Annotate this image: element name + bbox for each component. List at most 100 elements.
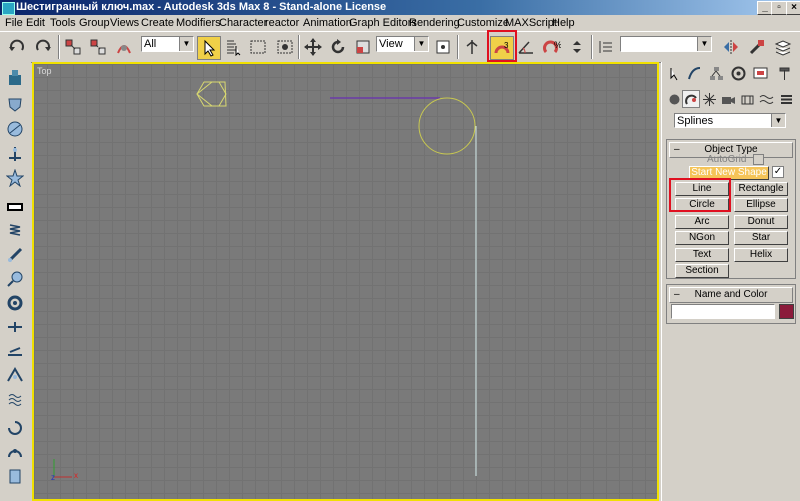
menu-bar: File Edit Tools Group Views Create Modif… bbox=[0, 15, 800, 31]
reactor-deforming-mesh-icon[interactable] bbox=[5, 168, 25, 188]
window-crossing-icon[interactable] bbox=[274, 36, 296, 58]
viewport-canvas bbox=[53, 81, 477, 478]
star-button[interactable]: Star bbox=[734, 231, 788, 245]
reactor-plane-icon[interactable] bbox=[5, 197, 25, 217]
unlink-icon[interactable] bbox=[87, 36, 109, 58]
top-viewport[interactable]: Top x z bbox=[32, 62, 659, 501]
display-tab-icon[interactable] bbox=[752, 65, 768, 81]
scale-icon[interactable] bbox=[352, 36, 374, 58]
arc-button[interactable]: Arc bbox=[675, 215, 729, 229]
link-icon[interactable] bbox=[62, 36, 84, 58]
menu-reactor[interactable]: reactor bbox=[265, 15, 299, 31]
object-name-input[interactable] bbox=[671, 304, 775, 319]
menu-character[interactable]: Character bbox=[219, 15, 267, 31]
snap-highlight-box bbox=[487, 30, 517, 62]
pivot-icon[interactable] bbox=[432, 36, 454, 58]
helix-button[interactable]: Helix bbox=[734, 248, 788, 262]
reactor-ragdoll-icon[interactable] bbox=[5, 389, 25, 409]
close-button[interactable]: × bbox=[786, 1, 800, 15]
axis-z-label: z bbox=[51, 473, 55, 482]
reactor-rope-icon[interactable] bbox=[5, 144, 25, 164]
manipulate-icon[interactable] bbox=[461, 36, 483, 58]
modify-tab-icon[interactable] bbox=[686, 65, 702, 81]
motion-tab-icon[interactable] bbox=[730, 65, 746, 81]
mirror-icon[interactable] bbox=[720, 36, 742, 58]
menu-help[interactable]: Help bbox=[552, 15, 575, 31]
shapes-icon[interactable] bbox=[682, 90, 700, 108]
menu-views[interactable]: Views bbox=[110, 15, 139, 31]
reactor-softbody-icon[interactable] bbox=[5, 119, 25, 139]
menu-maxscript[interactable]: MAXScript bbox=[505, 15, 557, 31]
reactor-hinge-icon[interactable] bbox=[5, 418, 25, 438]
geometry-icon[interactable] bbox=[666, 91, 682, 107]
angle-snap-icon[interactable] bbox=[515, 36, 537, 58]
menu-rendering[interactable]: Rendering bbox=[409, 15, 460, 31]
reactor-spring-icon[interactable] bbox=[5, 220, 25, 240]
move-icon[interactable] bbox=[302, 36, 324, 58]
bind-space-warp-icon[interactable] bbox=[113, 36, 135, 58]
title-bar: Шестигранный ключ.max - Autodesk 3ds Max… bbox=[0, 0, 800, 15]
menu-graph-editors[interactable]: Graph Editors bbox=[349, 15, 417, 31]
menu-tools[interactable]: Tools bbox=[50, 15, 76, 31]
select-object-icon[interactable] bbox=[197, 36, 221, 60]
percent-snap-icon[interactable]: % bbox=[541, 36, 563, 58]
systems-icon[interactable] bbox=[778, 91, 794, 107]
chevron-down-icon: ▼ bbox=[771, 114, 785, 127]
menu-file[interactable]: File bbox=[5, 15, 23, 31]
rotate-icon[interactable] bbox=[327, 36, 349, 58]
spinner-snap-icon[interactable] bbox=[566, 36, 588, 58]
menu-create[interactable]: Create bbox=[141, 15, 174, 31]
name-and-color-rollout-header[interactable]: – Name and Color bbox=[669, 287, 793, 303]
cameras-icon[interactable] bbox=[720, 91, 736, 107]
reactor-cloth-icon[interactable] bbox=[5, 95, 25, 115]
left-toolbar bbox=[0, 62, 31, 501]
menu-edit[interactable]: Edit bbox=[26, 15, 45, 31]
menu-animation[interactable]: Animation bbox=[303, 15, 352, 31]
rectangular-selection-icon[interactable] bbox=[247, 36, 269, 58]
utilities-tab-icon[interactable] bbox=[776, 65, 792, 81]
section-button[interactable]: Section bbox=[675, 264, 729, 278]
toolbar-separator bbox=[457, 35, 459, 59]
select-by-name-icon[interactable] bbox=[222, 36, 244, 58]
autogrid-checkbox[interactable] bbox=[753, 154, 764, 165]
named-selection-dropdown[interactable]: ▼ bbox=[620, 36, 712, 52]
reactor-analyze-icon[interactable] bbox=[5, 466, 25, 486]
space-warps-icon[interactable] bbox=[758, 91, 774, 107]
shape-category-dropdown[interactable]: Splines ▼ bbox=[674, 113, 786, 128]
restore-button[interactable]: ▫ bbox=[771, 1, 787, 15]
reactor-toy-car-icon[interactable] bbox=[5, 293, 25, 313]
align-icon[interactable] bbox=[746, 36, 768, 58]
chevron-down-icon: ▼ bbox=[697, 37, 711, 51]
hexagon-shape-outline bbox=[196, 81, 227, 107]
create-tab-icon[interactable] bbox=[666, 65, 682, 81]
edit-named-selection-icon[interactable] bbox=[595, 36, 617, 58]
reactor-wind-icon[interactable] bbox=[5, 269, 25, 289]
start-new-shape-checkbox[interactable]: ✓ bbox=[772, 166, 784, 178]
selection-filter-dropdown[interactable]: All ▼ bbox=[141, 36, 194, 52]
reactor-fracture-icon[interactable] bbox=[5, 317, 25, 337]
ellipse-button[interactable]: Ellipse bbox=[734, 198, 788, 212]
rectangle-button[interactable]: Rectangle bbox=[734, 182, 788, 196]
ngon-button[interactable]: NGon bbox=[675, 231, 729, 245]
menu-modifiers[interactable]: Modifiers bbox=[176, 15, 221, 31]
toolbar-separator bbox=[58, 35, 60, 59]
menu-group[interactable]: Group bbox=[79, 15, 110, 31]
reactor-water-icon[interactable] bbox=[5, 341, 25, 361]
undo-icon[interactable] bbox=[6, 36, 28, 58]
app-icon bbox=[2, 2, 15, 15]
redo-icon[interactable] bbox=[32, 36, 54, 58]
main-toolbar: All▼ View▼ 3 % ▼ bbox=[0, 30, 800, 63]
reactor-motor-icon[interactable] bbox=[5, 245, 25, 265]
reactor-rigid-body-icon[interactable] bbox=[5, 68, 25, 88]
object-color-swatch[interactable] bbox=[779, 304, 794, 319]
reactor-constraint-solver-icon[interactable] bbox=[5, 365, 25, 385]
hierarchy-tab-icon[interactable] bbox=[708, 65, 724, 81]
helpers-icon[interactable] bbox=[739, 91, 755, 107]
lights-icon[interactable] bbox=[701, 91, 717, 107]
reactor-preview-icon[interactable] bbox=[5, 442, 25, 462]
donut-button[interactable]: Donut bbox=[734, 215, 788, 229]
menu-customize[interactable]: Customize bbox=[457, 15, 509, 31]
layer-manager-icon[interactable] bbox=[772, 36, 794, 58]
reference-coord-dropdown[interactable]: View ▼ bbox=[376, 36, 429, 52]
text-button[interactable]: Text bbox=[675, 248, 729, 262]
